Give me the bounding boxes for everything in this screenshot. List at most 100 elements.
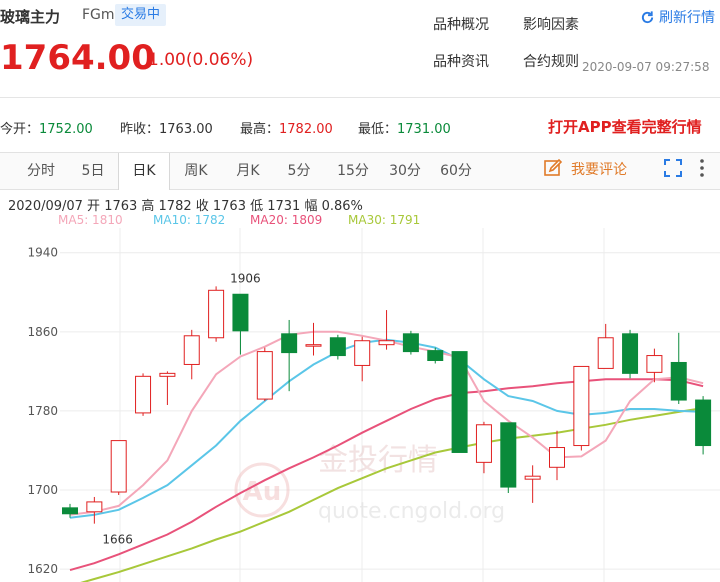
link-news[interactable]: 品种资讯 [433, 51, 489, 71]
candle [305, 322, 322, 356]
candle [573, 365, 590, 451]
tab-15min[interactable]: 15分 [326, 153, 380, 189]
prev-close-label: 昨收： [120, 122, 160, 137]
candle [62, 503, 78, 518]
last-price: 1764.00 [0, 38, 155, 78]
candle-body [549, 447, 565, 468]
candle-body [597, 337, 614, 369]
candle-body [622, 333, 639, 374]
refresh-button[interactable]: 刷新行情 [640, 7, 715, 27]
candle-body [86, 501, 103, 513]
candle [549, 430, 565, 481]
candle-body [354, 340, 371, 366]
candle-body [427, 350, 444, 362]
trading-status-badge: 交易中 [115, 4, 167, 26]
ma5-label: MA5: 1810 [58, 213, 123, 227]
y-tick-label: 1780 [27, 404, 58, 418]
chart-grid: 1940 1860 1780 1700 1620 [27, 228, 720, 582]
edit-icon [544, 158, 563, 176]
candle-body [524, 475, 541, 480]
tab-5min[interactable]: 5分 [274, 153, 324, 189]
ma30-line [80, 407, 704, 582]
refresh-icon [641, 11, 654, 24]
candle-body [159, 372, 176, 377]
high-label: 最高： [240, 122, 280, 137]
tab-60min[interactable]: 60分 [430, 153, 482, 189]
instrument-code: FGm [82, 7, 115, 23]
candle-body [110, 440, 127, 493]
y-tick-label: 1940 [27, 246, 58, 260]
candle [670, 332, 687, 405]
candle-body [305, 344, 322, 347]
candle [597, 323, 614, 369]
tab-daily-k[interactable]: 日K [118, 153, 170, 190]
candle-body [670, 361, 687, 401]
open-app-link[interactable]: 打开APP查看完整行情 [548, 116, 702, 137]
more-icon[interactable] [697, 158, 707, 182]
candle [256, 347, 273, 402]
candle [135, 373, 152, 416]
candle [183, 329, 200, 380]
tab-5day[interactable]: 5日 [68, 153, 118, 189]
candle-body [646, 355, 663, 373]
candle-body [329, 337, 346, 357]
link-contract-rules[interactable]: 合约规则 [523, 51, 579, 71]
y-tick-label: 1860 [27, 325, 58, 339]
candle-body [500, 422, 517, 488]
candle-body [451, 351, 468, 453]
candle-body [378, 340, 395, 346]
open-label: 今开： [0, 122, 40, 137]
candle [475, 421, 492, 474]
candle [159, 371, 176, 405]
candle [281, 319, 298, 392]
y-tick-label: 1700 [27, 483, 58, 497]
candle [402, 330, 419, 355]
candle [500, 422, 517, 494]
tab-weekly-k[interactable]: 周K [170, 153, 222, 189]
candle [329, 334, 346, 360]
candle-body [475, 424, 492, 463]
kline-chart[interactable]: 1940 1860 1780 1700 1620 Au 金投行情 quote.cngol… [0, 228, 720, 582]
y-tick-label: 1620 [27, 562, 58, 576]
tab-intraday[interactable]: 分时 [16, 153, 66, 189]
candle-body [208, 289, 225, 339]
quote-timestamp: 2020-09-07 09:27:58 [582, 60, 710, 74]
link-overview[interactable]: 品种概况 [433, 14, 489, 34]
link-factors[interactable]: 影响因素 [523, 14, 579, 34]
candle [110, 440, 127, 495]
comment-button[interactable]: 我要评论 [543, 158, 627, 179]
refresh-label: 刷新行情 [659, 10, 715, 26]
candle-body [232, 293, 249, 332]
watermark-url: quote.cngold.org [318, 499, 505, 524]
candle [695, 396, 712, 455]
tab-30min[interactable]: 30分 [380, 153, 430, 189]
watermark: Au 金投行情 quote.cngold.org [234, 443, 505, 524]
candle [451, 351, 468, 453]
ma20-label: MA20: 1809 [250, 213, 323, 227]
candle [646, 348, 663, 383]
candle-body [135, 375, 152, 414]
high-value: 1782.00 [279, 122, 333, 137]
low-value: 1731.00 [397, 122, 451, 137]
ohlc-info-line: 2020/09/07 开 1763 高 1782 收 1763 低 1731 幅… [8, 199, 363, 214]
open-value: 1752.00 [39, 122, 93, 137]
comment-label: 我要评论 [571, 162, 627, 178]
candle [232, 293, 249, 355]
ma30-label: MA30: 1791 [348, 213, 421, 227]
candle [354, 336, 371, 382]
ma10-label: MA10: 1782 [153, 213, 226, 227]
candle-body [281, 333, 298, 354]
price-change: 1.00(0.06%) [148, 50, 254, 70]
divider [0, 97, 720, 98]
candle-body [256, 351, 273, 400]
candle [208, 286, 225, 342]
candle-body [402, 333, 419, 353]
high-annotation: 1906 [230, 271, 261, 285]
low-label: 最低： [358, 122, 398, 137]
open-stat: 今开：1752.00 [0, 118, 93, 137]
candle [86, 496, 103, 524]
candle [378, 310, 395, 350]
tab-monthly-k[interactable]: 月K [222, 153, 274, 189]
fullscreen-icon[interactable] [664, 159, 682, 181]
candle-body [183, 335, 200, 365]
